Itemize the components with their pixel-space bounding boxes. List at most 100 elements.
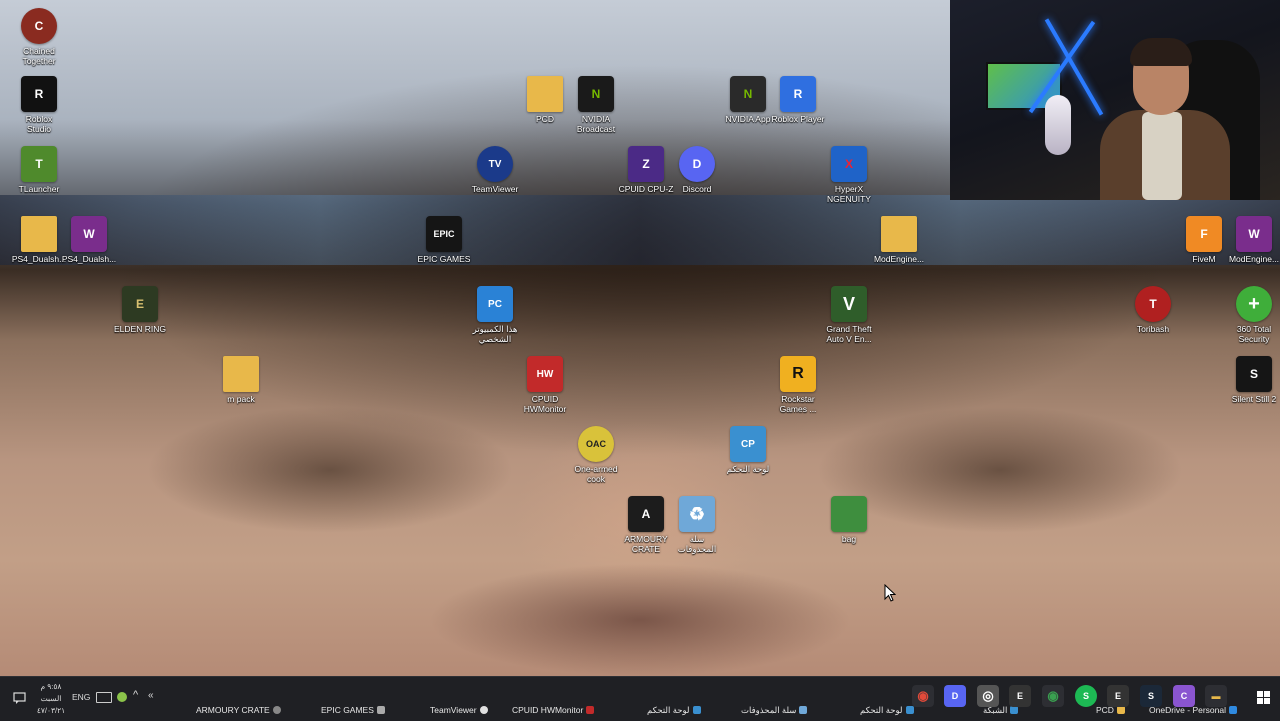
discord-icon: D — [679, 146, 715, 182]
icon-label: ELDEN RING — [114, 324, 166, 334]
microphone-shape — [1045, 95, 1071, 155]
desktop-icon-rockstar-games[interactable]: R Rockstar Games ... — [761, 356, 835, 414]
chained-together-icon: C — [21, 8, 57, 44]
desktop-icon-roblox-player[interactable]: R Roblox Player — [761, 76, 835, 124]
desktop-icon-bag[interactable]: bag — [812, 496, 886, 544]
icon-label: TLauncher — [18, 184, 60, 194]
tlauncher-icon: T — [21, 146, 57, 182]
icon-label: m pack — [227, 394, 255, 404]
360-security-icon: + — [1236, 286, 1272, 322]
desktop-icon-one-armed-cook[interactable]: OAC One-armed cook — [559, 426, 633, 484]
computer-icon: PC — [477, 286, 513, 322]
onedrive-icon — [1229, 706, 1238, 714]
icon-label: One-armed cook — [574, 464, 618, 484]
taskbar-app-control-panel[interactable]: لوحة التحكم — [647, 703, 701, 717]
start-windows-icon[interactable] — [1257, 691, 1270, 704]
icon-label: EPIC GAMES — [417, 254, 471, 264]
icon-label: NVIDIA Broadcast — [576, 114, 616, 134]
desktop-icon-elden-ring[interactable]: E ELDEN RING — [103, 286, 177, 334]
person-hair-shape — [1130, 38, 1192, 66]
chevron-up-icon[interactable]: ^ — [133, 689, 138, 701]
pinned-spotify-icon[interactable]: S — [1075, 685, 1097, 707]
desktop-icon-discord[interactable]: D Discord — [660, 146, 734, 194]
pinned-copilot-icon[interactable]: C — [1173, 685, 1195, 707]
pinned-steam-icon[interactable]: S — [1140, 685, 1162, 707]
desktop-icon-silent-still-2[interactable]: S Silent Still 2 — [1217, 356, 1280, 404]
one-armed-cook-icon: OAC — [578, 426, 614, 462]
pinned-epic-games-icon[interactable]: E — [1009, 685, 1031, 707]
security-status-icon[interactable] — [117, 692, 127, 702]
taskbar-app-teamviewer[interactable]: TeamViewer — [430, 703, 488, 717]
desktop-icon-chained-together[interactable]: C Chained Together — [2, 8, 76, 66]
desktop: C Chained Together R Roblox Studio T TLa… — [0, 0, 1280, 676]
icon-label: Rockstar Games ... — [779, 394, 817, 414]
desktop-icon-hyperx-ngenuity[interactable]: X HyperX NGENUITY — [812, 146, 886, 204]
icon-label: Roblox Player — [771, 114, 825, 124]
icon-label: ModEngine... — [873, 254, 925, 264]
network-icon — [1010, 706, 1019, 714]
roblox-studio-icon: R — [21, 76, 57, 112]
keyboard-icon[interactable] — [96, 692, 112, 703]
desktop-icon-modengine-folder[interactable]: ModEngine... — [862, 216, 936, 264]
cpu-z-icon: Z — [628, 146, 664, 182]
hwmonitor-icon — [586, 706, 595, 714]
desktop-icon-cpuid-hwmonitor[interactable]: HW CPUID HWMonitor — [508, 356, 582, 414]
icon-label: TeamViewer — [471, 184, 519, 194]
icon-label: لوحة التحكم — [726, 464, 770, 474]
taskbar-app-recycle-bin[interactable]: سلة المحذوفات — [741, 703, 808, 717]
user-folder-icon — [527, 76, 563, 112]
folder-icon — [881, 216, 917, 252]
desktop-icon-teamviewer[interactable]: TV TeamViewer — [458, 146, 532, 194]
pinned-epic-games-2-icon[interactable]: E — [1107, 685, 1129, 707]
pinned-steering-icon[interactable]: ◎ — [977, 685, 999, 707]
control-panel-icon: CP — [730, 426, 766, 462]
clock-day: السبت — [40, 694, 62, 703]
winrar-icon: W — [1236, 216, 1272, 252]
icon-label: Roblox Studio — [25, 114, 53, 134]
taskbar-app-cpuid-hwmonitor[interactable]: CPUID HWMonitor — [512, 703, 595, 717]
epic-games-icon: EPIC — [426, 216, 462, 252]
epic-games-icon — [376, 706, 385, 714]
toribash-icon: T — [1135, 286, 1171, 322]
taskbar-app-epic-games[interactable]: EPIC GAMES — [321, 703, 385, 717]
desktop-icon-recycle-bin[interactable]: ♻ سلة المحذوفات — [660, 496, 734, 554]
pinned-discord-icon[interactable]: D — [944, 685, 966, 707]
desktop-icon-ps4-dualshock-archive[interactable]: W PS4_Dualsh... — [52, 216, 126, 264]
pinned-file-explorer-icon[interactable]: ▬ — [1205, 685, 1227, 707]
notification-icon[interactable] — [12, 691, 28, 705]
show-hidden-icons-chevron-icon[interactable]: « — [148, 690, 154, 701]
taskbar-app-armoury-crate[interactable]: ARMOURY CRATE — [196, 703, 281, 717]
icon-label: Discord — [682, 184, 712, 194]
desktop-icon-roblox-studio[interactable]: R Roblox Studio — [2, 76, 76, 134]
desktop-icon-tlauncher[interactable]: T TLauncher — [2, 146, 76, 194]
pinned-chrome-icon[interactable]: ◉ — [912, 685, 934, 707]
desktop-icon-control-panel[interactable]: CP لوحة التحكم — [711, 426, 785, 474]
clock-date: ٤٧/٠٣/٢١ — [36, 706, 66, 715]
language-indicator[interactable]: ENG — [72, 692, 90, 702]
icon-label: bag — [841, 534, 857, 544]
icon-label: CPUID HWMonitor — [523, 394, 567, 414]
icon-label: هذا الكمبيوتر الشخصي — [472, 324, 518, 344]
icon-label: 360 Total Security — [1236, 324, 1272, 344]
icon-label: Toribash — [1136, 324, 1170, 334]
desktop-icon-360-total-security[interactable]: + 360 Total Security — [1217, 286, 1280, 344]
nvidia-broadcast-icon: N — [578, 76, 614, 112]
taskbar: ٩:٥٨ م السبت ٤٧/٠٣/٢١ ENG ^ « ARMOURY CR… — [0, 676, 1280, 721]
taskbar-app-control-panel-2[interactable]: لوحة التحكم — [860, 703, 914, 717]
pinned-chrome-2-icon[interactable]: ◉ — [1042, 685, 1064, 707]
armoury-crate-icon: A — [628, 496, 664, 532]
icon-label: Silent Still 2 — [1231, 394, 1277, 404]
desktop-icon-toribash[interactable]: T Toribash — [1116, 286, 1190, 334]
armoury-crate-icon — [272, 706, 281, 714]
icon-label: Chained Together — [22, 46, 56, 66]
desktop-icon-this-pc[interactable]: PC هذا الكمبيوتر الشخصي — [458, 286, 532, 344]
recycle-bin-icon: ♻ — [679, 496, 715, 532]
clock[interactable]: ٩:٥٨ م السبت ٤٧/٠٣/٢١ — [34, 681, 68, 717]
desktop-icon-epic-games[interactable]: EPIC EPIC GAMES — [407, 216, 481, 264]
desktop-icon-m-pack[interactable]: m pack — [204, 356, 278, 404]
silent-still-icon: S — [1236, 356, 1272, 392]
desktop-icon-gta-v[interactable]: V Grand Theft Auto V En... — [812, 286, 886, 344]
desktop-icon-modengine-archive[interactable]: W ModEngine... — [1217, 216, 1280, 264]
hwmonitor-icon: HW — [527, 356, 563, 392]
desktop-icon-nvidia-broadcast[interactable]: N NVIDIA Broadcast — [559, 76, 633, 134]
